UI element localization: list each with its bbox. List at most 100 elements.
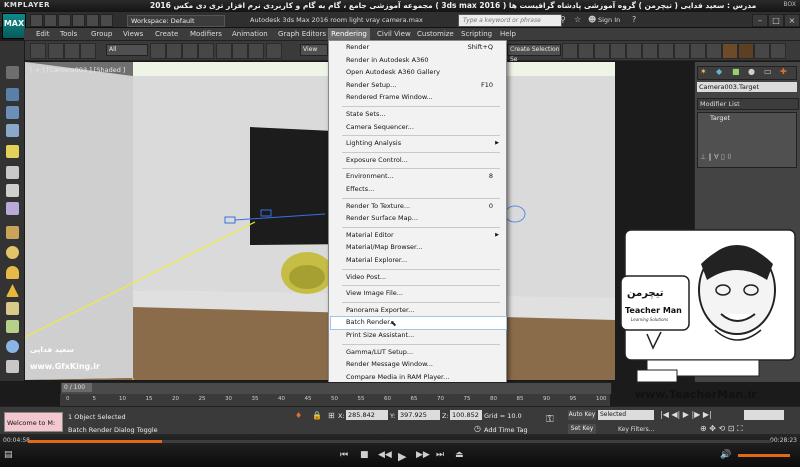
systems-icon[interactable] [6,202,19,215]
player-prev-icon[interactable]: ⏮ [340,450,348,460]
menu-modifiers[interactable]: Modifiers [190,30,222,38]
helper-icon[interactable] [6,184,19,197]
set-key-button[interactable]: Set Key [568,424,596,434]
viewport-navigation[interactable]: ⊕ ✥ ⟲ ⊡ ⛶ [700,424,795,434]
scene-explorer-icon[interactable] [6,88,19,101]
x-coordinate[interactable]: 285.842 [346,410,388,420]
user-icon[interactable]: ☻ [588,15,596,24]
menu-item-render-in-autodesk-a360[interactable]: Render in Autodesk A360 [346,55,501,66]
rendered-frame-window-icon[interactable] [690,43,706,59]
z-coordinate[interactable]: 100.852 [450,410,482,420]
menu-item-lighting-analysis[interactable]: Lighting Analysis ▶ [346,138,501,149]
menu-civil-view[interactable]: Civil View [377,30,411,38]
menu-item-render-setup[interactable]: Render Setup... F10 [346,80,501,91]
viewport-label[interactable]: [ + ] [Camera003 ] [Shaded ] [30,66,125,74]
rectangular-selection-icon[interactable] [182,43,198,59]
save-file-icon[interactable] [58,14,71,27]
auto-key-button[interactable]: Auto Key [568,410,596,420]
torus-icon[interactable] [6,320,19,333]
layer-explorer-icon[interactable] [594,43,610,59]
place-icon[interactable] [266,43,282,59]
menu-item-panorama-exporter[interactable]: Panorama Exporter... [346,305,501,316]
menu-item-exposure-control[interactable]: Exposure Control... [346,155,501,166]
link-icon[interactable] [48,43,64,59]
utilities-tab-icon[interactable]: ✚ [780,67,787,76]
minimize-icon[interactable]: – [752,14,768,27]
menu-item-environment[interactable]: Environment... 8 [346,171,501,182]
y-coordinate[interactable]: 397.925 [398,410,440,420]
player-stop-icon[interactable]: ■ [360,450,369,460]
motion-tab-icon[interactable]: ● [748,67,755,76]
window-crossing-icon[interactable] [198,43,214,59]
star-icon[interactable]: ☆ [574,15,581,24]
ribbon-toggle-icon[interactable] [770,43,786,59]
display-tab-icon[interactable]: ▭ [764,67,772,76]
hemisphere-icon[interactable] [6,266,19,279]
menu-item-open-autodesk-a360-gallery[interactable]: Open Autodesk A360 Gallery [346,67,501,78]
player-forward-icon[interactable]: ▶▶ [416,450,430,460]
selection-filter-dropdown[interactable]: All [106,44,148,56]
player-rewind-icon[interactable]: ◀◀ [378,450,392,460]
key-set-dropdown[interactable]: Selected [598,410,654,420]
render-production-icon[interactable] [706,43,722,59]
select-by-name-icon[interactable] [166,43,182,59]
geosphere-icon[interactable] [6,340,19,353]
current-frame-field[interactable] [744,410,784,420]
project-folder-icon[interactable] [100,14,113,27]
schematic-view-icon[interactable] [642,43,658,59]
sphere-icon[interactable] [6,246,19,259]
menu-item-render-message-window[interactable]: Render Message Window... [346,359,501,370]
mirror-icon[interactable] [562,43,578,59]
teapot-icon[interactable] [6,360,19,373]
new-file-icon[interactable] [30,14,43,27]
player-badge[interactable]: BOX [784,1,796,8]
render-iterative-icon[interactable] [722,43,738,59]
isolate-icon[interactable]: ♦ [295,411,302,420]
menu-item-render[interactable]: Render Shift+Q [346,42,501,53]
align-icon[interactable] [578,43,594,59]
workspace-dropdown[interactable]: Workspace: Default [127,15,225,27]
player-eject-icon[interactable]: ⏏ [455,450,464,460]
stack-item-target[interactable]: Target [710,114,730,122]
menu-item-gamma-lut-setup[interactable]: Gamma/LUT Setup... [346,347,501,358]
maximize-icon[interactable]: □ [768,14,784,27]
menu-item-video-post[interactable]: Video Post... [346,272,501,283]
light-bulb-icon[interactable] [6,145,19,158]
select-rotate-icon[interactable] [232,43,248,59]
modify-tab-icon[interactable]: ◆ [716,67,722,76]
undo-icon[interactable] [72,14,85,27]
menu-item-view-image-file[interactable]: View Image File... [346,288,501,299]
select-tool-icon[interactable] [6,66,19,79]
key-filters-button[interactable]: Key Filters... [618,426,655,433]
player-play-icon[interactable]: ▶ [398,450,406,463]
select-object-icon[interactable] [150,43,166,59]
stack-controls[interactable]: ⊥ ‖ ∀ ▯ ⌷ [700,153,790,163]
unlink-icon[interactable] [64,43,80,59]
menu-help[interactable]: Help [500,30,516,38]
select-move-icon[interactable] [216,43,232,59]
menu-item-camera-sequencer[interactable]: Camera Sequencer... [346,122,501,133]
menu-item-render-surface-map[interactable]: Render Surface Map... [346,213,501,224]
absolute-mode-icon[interactable]: ⊞ [328,411,335,420]
menu-item-material-explorer[interactable]: Material Explorer... [346,255,501,266]
menu-item-render-to-texture[interactable]: Render To Texture... 0 [346,201,501,212]
render-a360-icon[interactable] [754,43,770,59]
menu-animation[interactable]: Animation [232,30,268,38]
search-input[interactable]: Type a keyword or phrase [458,14,562,27]
menu-edit[interactable]: Edit [36,30,50,38]
menu-item-rendered-frame-window[interactable]: Rendered Frame Window... [346,92,501,103]
select-scale-icon[interactable] [248,43,264,59]
graphite-toolbar-icon[interactable] [610,43,626,59]
player-volume-icon[interactable]: 🔊 [720,450,731,460]
maxscript-listener[interactable]: Welcome to M: [4,412,63,432]
menu-item-effects[interactable]: Effects... [346,184,501,195]
render-activeshade-icon[interactable] [738,43,754,59]
menu-views[interactable]: Views [123,30,143,38]
menu-item-material-map-browser[interactable]: Material/Map Browser... [346,242,501,253]
playback-controls[interactable]: |◀ ◀| ▶ |▶ ▶| [660,410,740,420]
player-next-icon[interactable]: ⏭ [436,450,444,460]
menu-create[interactable]: Create [155,30,178,38]
key-icon[interactable]: ⚿ [546,414,554,425]
camera-viewport[interactable] [25,62,615,380]
modifier-list-dropdown[interactable]: Modifier List [697,98,799,110]
